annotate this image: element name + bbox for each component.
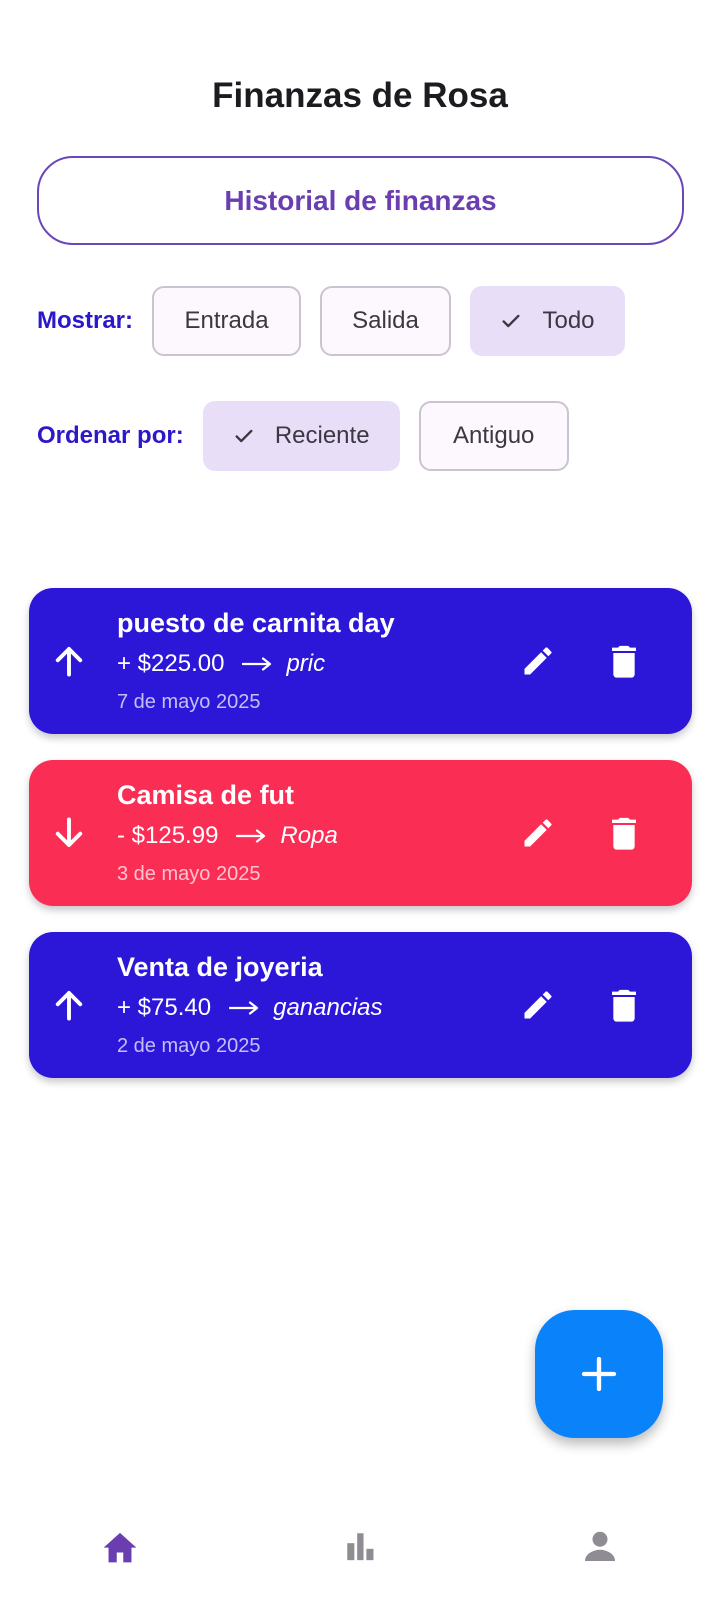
nav-profile[interactable] [480,1492,720,1600]
chip-reciente[interactable]: Reciente [202,401,400,471]
sort-filter-label: Ordenar por: [37,422,184,449]
delete-icon[interactable] [602,639,646,683]
check-icon [500,310,522,332]
sort-filter-row: Ordenar por: Reciente Antiguo [37,401,588,471]
transaction-category: pric [286,650,326,677]
chip-label: Todo [542,307,595,334]
arrow-up-icon [49,985,89,1025]
transaction-amount-line: + $75.40 ganancias [117,994,383,1022]
transaction-card[interactable]: Venta de joyeria + $75.40 ganancias 2 de… [29,932,692,1078]
transaction-date: 2 de mayo 2025 [117,1035,261,1057]
transaction-amount-line: - $125.99 Ropa [117,822,338,850]
transaction-card[interactable]: puesto de carnita day + $225.00 pric 7 d… [29,588,692,734]
chip-salida[interactable]: Salida [320,286,452,356]
arrow-down-icon [49,813,89,853]
transaction-date: 7 de mayo 2025 [117,691,261,713]
show-filter-row: Mostrar: Entrada Salida Todo [37,286,644,356]
bar-chart-icon [343,1529,377,1563]
transaction-name: Venta de joyeria [117,952,323,982]
chip-antiguo[interactable]: Antiguo [418,401,569,471]
history-button[interactable]: Historial de finanzas [37,156,684,245]
delete-icon[interactable] [602,983,646,1027]
transaction-amount: + $75.40 [117,994,212,1021]
delete-icon[interactable] [602,811,646,855]
nav-stats[interactable] [240,1492,480,1600]
transaction-category: ganancias [273,994,383,1021]
add-transaction-button[interactable] [535,1310,663,1438]
chip-todo[interactable]: Todo [470,286,626,356]
transaction-date: 3 de mayo 2025 [117,863,261,885]
chip-label: Entrada [184,307,269,334]
chip-label: Salida [352,307,419,334]
page-title: Finanzas de Rosa [212,76,508,115]
arrow-right-icon [229,1001,259,1015]
chip-entrada[interactable]: Entrada [152,286,302,356]
check-icon [233,425,255,447]
chip-label: Reciente [274,422,370,449]
person-icon [582,1528,618,1564]
nav-home[interactable] [0,1492,240,1600]
transaction-amount: + $225.00 [117,650,225,677]
show-filter-label: Mostrar: [37,307,134,334]
transaction-name: Camisa de fut [117,780,295,810]
arrow-right-icon [242,657,272,671]
edit-icon[interactable] [516,983,560,1027]
arrow-up-icon [49,641,89,681]
edit-icon[interactable] [516,639,560,683]
arrow-right-icon [236,829,266,843]
transaction-category: Ropa [280,822,338,849]
transaction-card[interactable]: Camisa de fut - $125.99 Ropa 3 de mayo 2… [29,760,692,906]
transaction-amount-line: + $225.00 pric [117,650,325,678]
transaction-name: puesto de carnita day [117,608,395,638]
chip-label: Antiguo [452,422,535,449]
bottom-navigation [0,1492,720,1600]
edit-icon[interactable] [516,811,560,855]
transaction-amount: - $125.99 [117,822,219,849]
home-icon [100,1528,140,1564]
plus-icon [579,1354,619,1394]
